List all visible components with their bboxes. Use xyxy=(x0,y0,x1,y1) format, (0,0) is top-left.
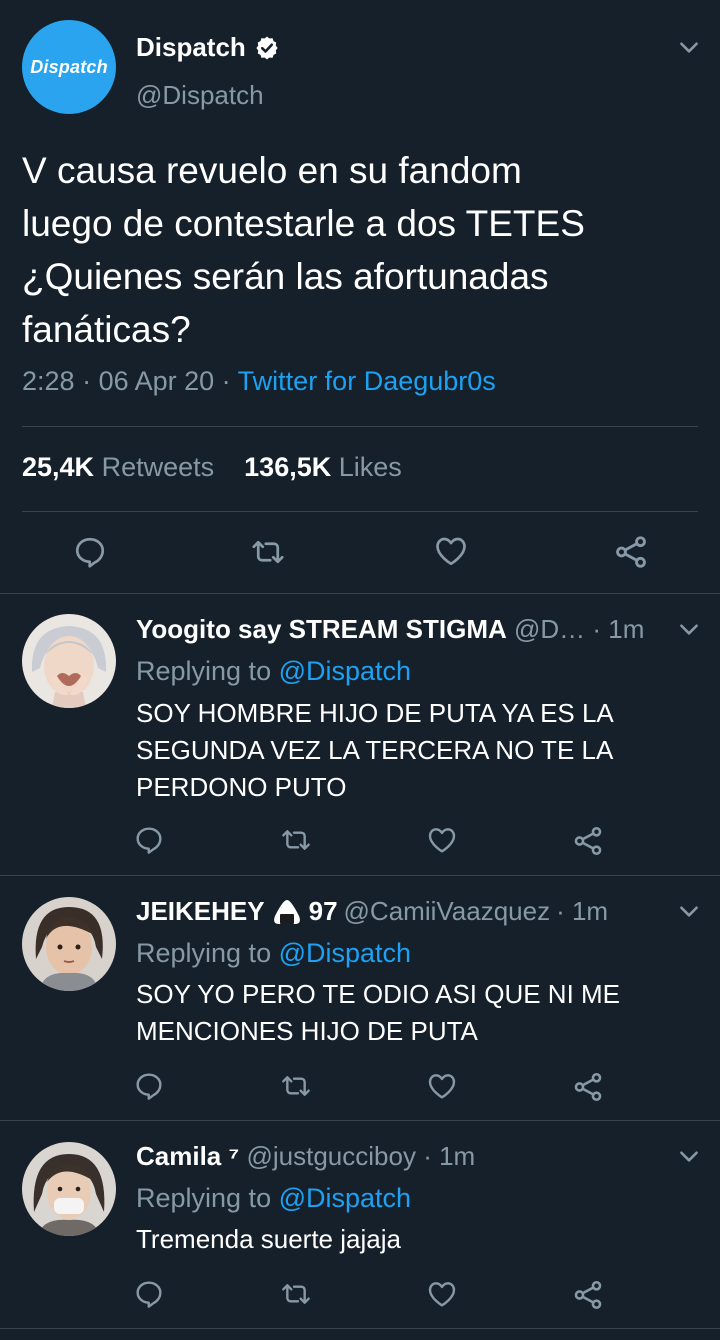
reply-text: SOY HOMBRE HIJO DE PUTA YA ES LA SEGUNDA… xyxy=(136,698,614,802)
meta-separator: · xyxy=(74,366,99,396)
reply-icon[interactable] xyxy=(133,1070,165,1102)
retweets-count: 25,4K xyxy=(22,452,95,482)
author-handle[interactable]: @Dispatch xyxy=(136,80,264,111)
chevron-down-icon[interactable] xyxy=(676,616,702,642)
tweet-meta: 2:28 · 06 Apr 20 · Twitter for Daegubr0s xyxy=(22,366,496,397)
retweet-icon[interactable] xyxy=(279,824,313,856)
retweet-icon[interactable] xyxy=(279,1278,313,1310)
share-icon[interactable] xyxy=(571,1070,605,1104)
reply-icon[interactable] xyxy=(72,534,108,570)
like-icon[interactable] xyxy=(425,1278,459,1310)
reply-text: Tremenda suerte jajaja xyxy=(136,1224,401,1254)
tweet-source-link[interactable]: Twitter for Daegubr0s xyxy=(238,366,496,396)
like-icon[interactable] xyxy=(432,533,470,569)
reply-author-name-suffix: 97 xyxy=(308,896,338,926)
reply-header: Camila ⁷ @justgucciboy · 1m xyxy=(136,1141,475,1172)
reply-icon[interactable] xyxy=(133,824,165,856)
avatar[interactable] xyxy=(22,1142,116,1236)
like-icon[interactable] xyxy=(425,1070,459,1102)
reply-header: JEIKEHEY 97 @CamiiVaazquez · 1m xyxy=(136,896,608,927)
reply-author-name-suffix: ⁷ xyxy=(228,1141,240,1171)
meta-separator: · xyxy=(214,366,238,396)
retweet-icon[interactable] xyxy=(279,1070,313,1102)
share-icon[interactable] xyxy=(612,533,650,571)
avatar-logo-text: Dispatch xyxy=(30,56,108,77)
avatar[interactable] xyxy=(22,897,116,991)
divider xyxy=(0,1120,720,1121)
reply-author-handle[interactable]: @CamiiVaazquez xyxy=(344,896,551,927)
avatar[interactable] xyxy=(22,614,116,708)
reply-time: · 1m xyxy=(423,1141,476,1171)
reply-author-handle[interactable]: @D… xyxy=(514,614,585,644)
replying-to-link[interactable]: @Dispatch xyxy=(279,656,411,686)
replying-to-link[interactable]: @Dispatch xyxy=(279,1183,411,1213)
share-icon[interactable] xyxy=(571,1278,605,1312)
reply-icon[interactable] xyxy=(133,1278,165,1310)
tweet-stats: 25,4K Retweets 136,5K Likes xyxy=(22,452,402,483)
dispatch-avatar[interactable]: Dispatch xyxy=(22,20,116,114)
share-icon[interactable] xyxy=(571,824,605,858)
replying-to: Replying to @Dispatch xyxy=(136,938,411,969)
divider xyxy=(0,1328,720,1329)
replying-to: Replying to @Dispatch xyxy=(136,1183,411,1214)
verified-badge-icon xyxy=(254,35,280,61)
reply-author-handle[interactable]: @justgucciboy xyxy=(246,1141,415,1171)
author-name[interactable]: Dispatch xyxy=(136,32,280,63)
reply-time: · 1m xyxy=(592,614,645,644)
divider xyxy=(22,426,698,427)
replying-to-link[interactable]: @Dispatch xyxy=(279,938,411,968)
onigiri-emoji-icon xyxy=(271,898,303,926)
tweet-time: 2:28 xyxy=(22,366,75,396)
retweets-stat[interactable]: 25,4K Retweets xyxy=(22,452,214,482)
replying-to-label: Replying to xyxy=(136,1183,279,1213)
likes-label: Likes xyxy=(338,452,402,482)
reply-author-name[interactable]: JEIKEHEY xyxy=(136,896,265,927)
retweets-label: Retweets xyxy=(101,452,215,482)
tweet-date: 06 Apr 20 xyxy=(98,366,215,396)
chevron-down-icon[interactable] xyxy=(676,34,702,60)
reply-header: Yoogito say STREAM STIGMA @D… · 1m xyxy=(136,614,644,645)
chevron-down-icon[interactable] xyxy=(676,1143,702,1169)
divider xyxy=(0,875,720,876)
author-name-label: Dispatch xyxy=(136,32,246,62)
reply-author-name[interactable]: Camila xyxy=(136,1141,221,1171)
retweet-icon[interactable] xyxy=(249,534,287,570)
tweet-text: V causa revuelo en su fandom luego de co… xyxy=(22,150,585,350)
likes-count: 136,5K xyxy=(244,452,332,482)
replying-to-label: Replying to xyxy=(136,938,279,968)
likes-stat[interactable]: 136,5K Likes xyxy=(244,452,402,482)
divider xyxy=(22,511,698,512)
chevron-down-icon[interactable] xyxy=(676,898,702,924)
replying-to: Replying to @Dispatch xyxy=(136,656,411,687)
reply-author-name[interactable]: Yoogito say STREAM STIGMA xyxy=(136,614,507,644)
reply-text: SOY YO PERO TE ODIO ASI QUE NI ME MENCIO… xyxy=(136,979,621,1046)
reply-time: · 1m xyxy=(556,896,609,926)
like-icon[interactable] xyxy=(425,824,459,856)
replying-to-label: Replying to xyxy=(136,656,279,686)
divider xyxy=(0,593,720,594)
